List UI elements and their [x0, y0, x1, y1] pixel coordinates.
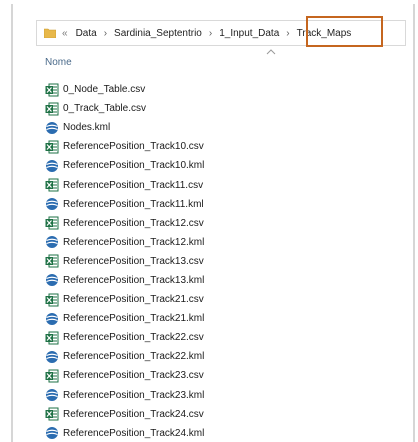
file-list: 0_Node_Table.csv 0_Track_Table.csv Nodes.k… — [45, 80, 375, 442]
name-column-header[interactable]: Nome — [45, 57, 72, 68]
excel-csv-file-icon — [45, 102, 59, 116]
file-name: ReferencePosition_Track11.csv — [63, 179, 204, 191]
file-list-item[interactable]: ReferencePosition_Track21.kml — [45, 309, 375, 328]
window-left-border — [11, 4, 13, 442]
kml-file-icon — [45, 159, 59, 173]
file-list-item[interactable]: ReferencePosition_Track21.csv — [45, 290, 375, 309]
breadcrumb-separator-icon[interactable]: › — [209, 28, 212, 39]
file-list-item[interactable]: ReferencePosition_Track22.kml — [45, 347, 375, 366]
window-right-border — [413, 4, 415, 442]
excel-csv-file-icon — [45, 369, 59, 383]
breadcrumb-separator-icon[interactable]: › — [104, 28, 107, 39]
breadcrumb-separator-icon[interactable]: › — [286, 28, 289, 39]
excel-csv-file-icon — [45, 407, 59, 421]
file-name: ReferencePosition_Track12.csv — [63, 217, 204, 229]
kml-file-icon — [45, 235, 59, 249]
file-name: ReferencePosition_Track13.csv — [63, 255, 204, 267]
file-name: 0_Node_Table.csv — [63, 84, 146, 96]
file-list-item[interactable]: ReferencePosition_Track13.csv — [45, 252, 375, 271]
file-name: ReferencePosition_Track13.kml — [63, 274, 205, 286]
excel-csv-file-icon — [45, 254, 59, 268]
file-list-item[interactable]: ReferencePosition_Track23.csv — [45, 366, 375, 385]
file-name: ReferencePosition_Track23.csv — [63, 370, 204, 382]
sort-ascending-icon — [266, 49, 276, 55]
excel-csv-file-icon — [45, 140, 59, 154]
file-list-item[interactable]: ReferencePosition_Track11.csv — [45, 175, 375, 194]
file-name: ReferencePosition_Track10.kml — [63, 160, 205, 172]
file-name: ReferencePosition_Track22.csv — [63, 332, 204, 344]
file-list-item[interactable]: ReferencePosition_Track10.csv — [45, 137, 375, 156]
file-list-item[interactable]: ReferencePosition_Track10.kml — [45, 156, 375, 175]
excel-csv-file-icon — [45, 331, 59, 345]
file-list-item[interactable]: ReferencePosition_Track13.kml — [45, 271, 375, 290]
excel-csv-file-icon — [45, 216, 59, 230]
file-list-item[interactable]: ReferencePosition_Track23.kml — [45, 386, 375, 405]
file-explorer-window: « Data › Sardinia_Septentrio › 1_Input_D… — [0, 0, 418, 442]
file-list-item[interactable]: Nodes.kml — [45, 118, 375, 137]
kml-file-icon — [45, 312, 59, 326]
file-list-item[interactable]: 0_Track_Table.csv — [45, 99, 375, 118]
file-name: ReferencePosition_Track24.csv — [63, 408, 204, 420]
breadcrumb-sardinia-septentrio[interactable]: Sardinia_Septentrio — [112, 28, 204, 39]
file-name: ReferencePosition_Track21.kml — [63, 313, 205, 325]
file-name: ReferencePosition_Track10.csv — [63, 141, 204, 153]
file-list-item[interactable]: ReferencePosition_Track12.kml — [45, 233, 375, 252]
kml-file-icon — [45, 426, 59, 440]
file-name: ReferencePosition_Track24.kml — [63, 427, 205, 439]
kml-file-icon — [45, 388, 59, 402]
breadcrumb-input-data[interactable]: 1_Input_Data — [217, 28, 281, 39]
excel-csv-file-icon — [45, 178, 59, 192]
excel-csv-file-icon — [45, 293, 59, 307]
kml-file-icon — [45, 273, 59, 287]
breadcrumb-data[interactable]: Data — [74, 28, 99, 39]
breadcrumb-overflow-button[interactable]: « — [62, 28, 68, 39]
file-name: ReferencePosition_Track23.kml — [63, 389, 205, 401]
kml-file-icon — [45, 350, 59, 364]
file-list-item[interactable]: 0_Node_Table.csv — [45, 80, 375, 99]
folder-icon — [44, 28, 56, 38]
file-name: 0_Track_Table.csv — [63, 103, 146, 115]
file-name: ReferencePosition_Track12.kml — [63, 236, 205, 248]
kml-file-icon — [45, 121, 59, 135]
file-list-item[interactable]: ReferencePosition_Track11.kml — [45, 195, 375, 214]
file-name: ReferencePosition_Track21.csv — [63, 294, 204, 306]
file-list-item[interactable]: ReferencePosition_Track24.csv — [45, 405, 375, 424]
file-list-item[interactable]: ReferencePosition_Track12.csv — [45, 214, 375, 233]
file-list-item[interactable]: ReferencePosition_Track24.kml — [45, 424, 375, 442]
file-name: ReferencePosition_Track22.kml — [63, 351, 205, 363]
kml-file-icon — [45, 197, 59, 211]
file-name: ReferencePosition_Track11.kml — [63, 198, 204, 210]
file-list-item[interactable]: ReferencePosition_Track22.csv — [45, 328, 375, 347]
excel-csv-file-icon — [45, 83, 59, 97]
current-folder-highlight — [306, 16, 383, 47]
file-name: Nodes.kml — [63, 122, 111, 134]
